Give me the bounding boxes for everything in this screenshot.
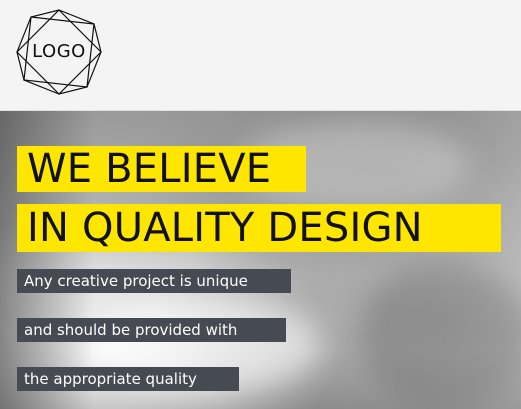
logo-link[interactable]: LOGO (13, 6, 105, 98)
page: LOGO WE BELIEVE IN QUALITY DESIGN Any cr… (0, 0, 521, 409)
logo-text: LOGO (32, 41, 86, 62)
hero-background-shape (360, 261, 521, 409)
tagline-line-2: and should be provided with (17, 318, 286, 342)
headline-line-1: WE BELIEVE (17, 146, 306, 192)
tagline-line-1: Any creative project is unique (17, 269, 291, 293)
hero-section: WE BELIEVE IN QUALITY DESIGN Any creativ… (0, 111, 521, 409)
headline-line-2: IN QUALITY DESIGN (17, 204, 501, 252)
tagline-line-3: the appropriate quality (17, 367, 239, 391)
site-header: LOGO (0, 0, 521, 111)
